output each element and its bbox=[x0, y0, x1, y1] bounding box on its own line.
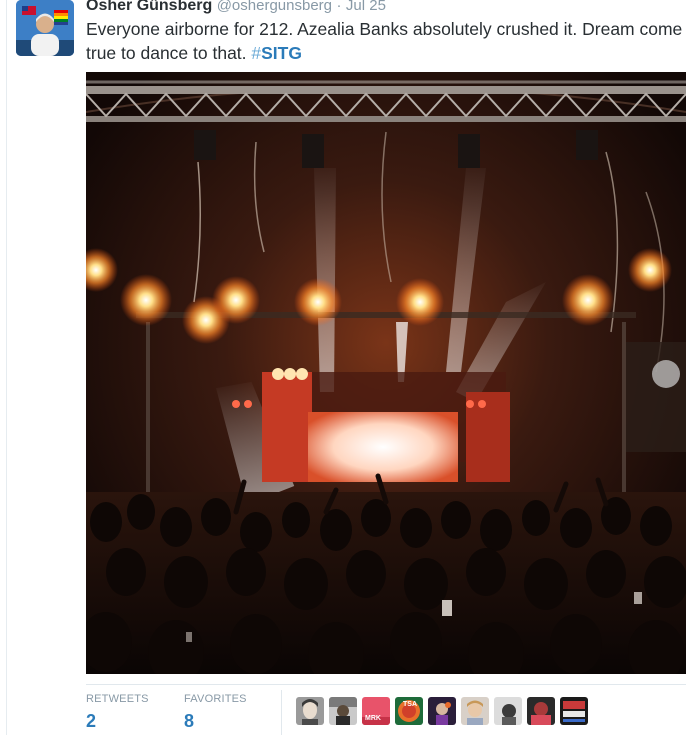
timeline-rule bbox=[6, 0, 7, 735]
favoriter-avatar-1[interactable] bbox=[296, 697, 324, 725]
tweet-media-photo[interactable] bbox=[86, 72, 686, 674]
favoriter-avatar-2[interactable] bbox=[329, 697, 357, 725]
user-avatar[interactable] bbox=[16, 0, 74, 56]
favoriter-4-tag: TSA bbox=[403, 701, 417, 708]
favoriters-list: MRK TSA bbox=[296, 697, 588, 727]
tweet-timestamp[interactable]: Jul 25 bbox=[346, 0, 386, 14]
favoriter-avatar-5[interactable] bbox=[428, 697, 456, 725]
favorites-label: FAVORITES bbox=[184, 693, 247, 705]
retweets-stat[interactable]: RETWEETS 2 bbox=[86, 692, 149, 734]
tweet: Osher Günsberg @oshergunsberg · Jul 25 E… bbox=[0, 0, 700, 735]
favorites-stat[interactable]: FAVORITES 8 bbox=[184, 692, 247, 734]
hashtag-link[interactable]: #SITG bbox=[251, 43, 302, 63]
favoriter-avatar-7[interactable] bbox=[494, 697, 522, 725]
retweets-label: RETWEETS bbox=[86, 693, 149, 705]
tweet-text-body: Everyone airborne for 212. Azealia Banks… bbox=[86, 19, 683, 63]
tweet-text: Everyone airborne for 212. Azealia Banks… bbox=[86, 17, 686, 65]
favoriter-avatar-9[interactable] bbox=[560, 697, 588, 725]
author-name[interactable]: Osher Günsberg bbox=[86, 0, 212, 14]
stats-separator bbox=[281, 690, 282, 735]
favoriter-avatar-4[interactable]: TSA bbox=[395, 697, 423, 725]
favorites-count: 8 bbox=[184, 711, 195, 731]
stats-divider bbox=[86, 684, 686, 685]
hashtag-text: SITG bbox=[261, 43, 302, 63]
retweets-count: 2 bbox=[86, 711, 97, 731]
tweet-header: Osher Günsberg @oshergunsberg · Jul 25 bbox=[86, 0, 386, 16]
favoriter-avatar-6[interactable] bbox=[461, 697, 489, 725]
favoriter-avatar-3[interactable]: MRK bbox=[362, 697, 390, 725]
hashtag-symbol: # bbox=[251, 43, 262, 63]
favoriter-avatar-8[interactable] bbox=[527, 697, 555, 725]
author-username[interactable]: @oshergunsberg bbox=[217, 0, 332, 14]
favoriter-3-tag: MRK bbox=[365, 715, 381, 722]
header-separator: · bbox=[336, 0, 342, 14]
